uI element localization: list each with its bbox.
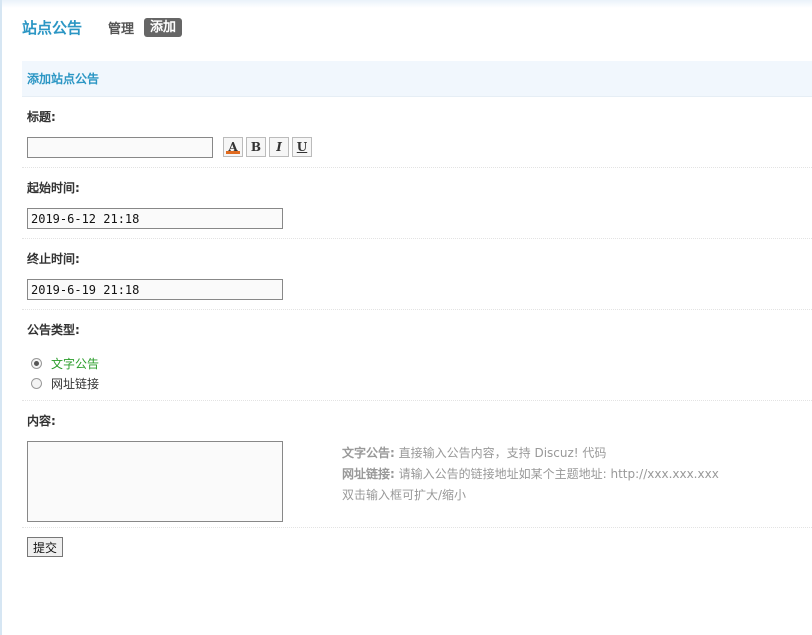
submit-button[interactable]: 提交: [27, 537, 63, 557]
color-indicator: [226, 151, 240, 154]
tip-link-title: 网址链接:: [342, 467, 395, 481]
tip-text-desc: 直接输入公告内容，支持 Discuz! 代码: [398, 446, 607, 460]
divider: [22, 400, 812, 401]
title-input[interactable]: [27, 137, 213, 158]
divider: [22, 527, 812, 528]
page-title: 站点公告: [22, 18, 83, 37]
type-label: 公告类型:: [27, 323, 80, 337]
section-title: 添加站点公告: [27, 72, 100, 86]
tip-link-desc: 请输入公告的链接地址如某个主题地址: http://xxx.xxx.xxx: [398, 467, 719, 481]
end-time-label: 终止时间:: [27, 252, 80, 266]
content-tips: 文字公告: 直接输入公告内容，支持 Discuz! 代码 网址链接: 请输入公告…: [342, 443, 719, 506]
type-option-label: 文字公告: [51, 357, 100, 371]
italic-button[interactable]: I: [269, 137, 289, 157]
type-option-link[interactable]: 网址链接: [31, 375, 99, 392]
tip-resize-hint: 双击输入框可扩大/缩小: [342, 488, 467, 502]
type-option-text[interactable]: 文字公告: [31, 355, 99, 372]
underline-button[interactable]: U: [292, 137, 312, 157]
nav-add-tab[interactable]: 添加: [144, 17, 183, 37]
text-color-button[interactable]: A: [223, 137, 243, 157]
italic-icon: I: [276, 140, 282, 154]
radio-unchecked-icon[interactable]: [31, 378, 42, 389]
radio-checked-icon[interactable]: [31, 358, 42, 369]
title-label: 标题:: [27, 110, 56, 124]
top-gradient: [0, 0, 812, 8]
bold-button[interactable]: B: [246, 137, 266, 157]
divider: [22, 238, 812, 239]
underline-icon: U: [296, 140, 308, 154]
content-textarea[interactable]: [27, 441, 283, 522]
bold-icon: B: [250, 140, 262, 154]
tip-text-title: 文字公告:: [342, 446, 395, 460]
tip-text-announcement: 文字公告: 直接输入公告内容，支持 Discuz! 代码: [342, 443, 719, 464]
section-header: 添加站点公告: [22, 61, 812, 97]
nav-manage-link[interactable]: 管理: [108, 18, 134, 37]
tip-link-announcement: 网址链接: 请输入公告的链接地址如某个主题地址: http://xxx.xxx.…: [342, 464, 719, 485]
divider: [22, 309, 812, 310]
page-nav: 站点公告 管理 添加: [22, 16, 183, 38]
left-border: [0, 0, 2, 635]
type-option-label: 网址链接: [51, 377, 100, 391]
end-time-input[interactable]: [27, 279, 283, 300]
content-label: 内容:: [27, 414, 56, 428]
divider: [22, 167, 812, 168]
start-time-input[interactable]: [27, 208, 283, 229]
start-time-label: 起始时间:: [27, 181, 80, 195]
